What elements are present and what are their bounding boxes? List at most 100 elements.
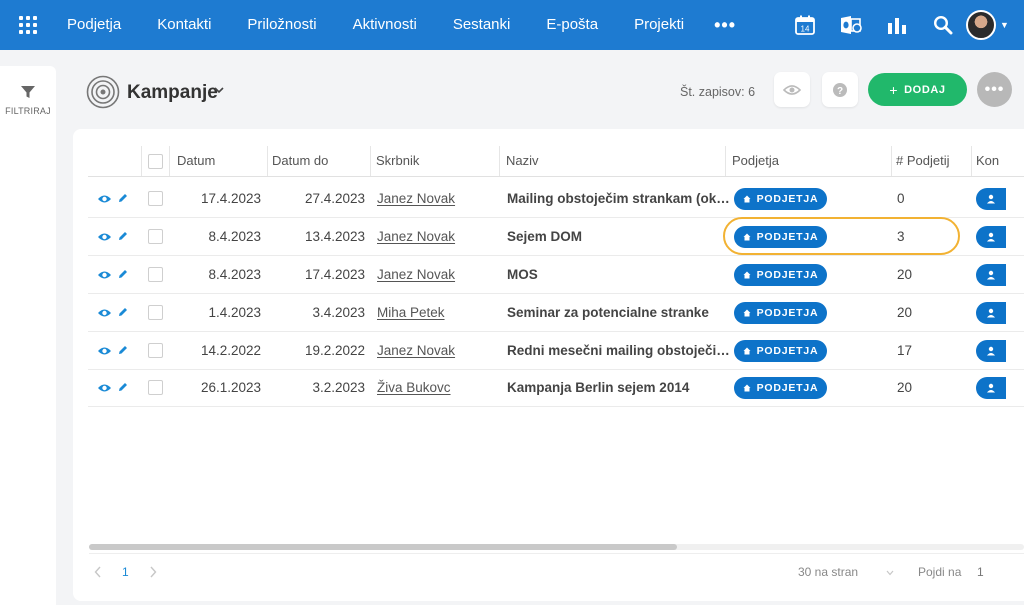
calendar-button[interactable]: 14: [782, 0, 828, 50]
eye-icon[interactable]: [97, 383, 112, 393]
goto-page-input[interactable]: 1: [977, 565, 984, 579]
podjetja-button[interactable]: PODJETJA: [734, 302, 827, 324]
column-divider: [499, 146, 500, 176]
row-checkbox[interactable]: [148, 267, 163, 282]
cell-skrbnik-link[interactable]: Janez Novak: [377, 267, 455, 282]
cell-datum: 26.1.2023: [200, 380, 261, 395]
reports-button[interactable]: [874, 0, 920, 50]
user-icon: [987, 232, 995, 242]
column-divider: [891, 146, 892, 176]
column-divider: [141, 146, 142, 176]
cell-naziv[interactable]: Sejem DOM: [507, 229, 582, 244]
row-checkbox[interactable]: [148, 305, 163, 320]
svg-text:?: ?: [837, 86, 843, 97]
page-title[interactable]: Kampanje: [127, 82, 218, 104]
cell-naziv[interactable]: Redni mesečni mailing obstoječi…: [507, 343, 730, 358]
more-options-button[interactable]: •••: [977, 72, 1012, 107]
row-checkbox[interactable]: [148, 191, 163, 206]
row-checkbox[interactable]: [148, 229, 163, 244]
kontakti-button[interactable]: [976, 340, 1006, 362]
chevron-down-icon[interactable]: [213, 84, 225, 96]
view-toggle-button[interactable]: [774, 72, 810, 107]
current-page[interactable]: 1: [122, 565, 129, 579]
per-page-select[interactable]: 30 na stran: [798, 565, 858, 579]
cell-datum: 8.4.2023: [208, 267, 261, 282]
row-checkbox[interactable]: [148, 380, 163, 395]
nav-item-sestanki[interactable]: Sestanki: [435, 0, 529, 50]
filter-label: FILTRIRAJ: [5, 106, 51, 116]
chevron-right-icon[interactable]: [149, 566, 157, 578]
help-button[interactable]: ?: [822, 72, 858, 107]
nav-item-aktivnosti[interactable]: Aktivnosti: [335, 0, 435, 50]
pencil-icon[interactable]: [117, 306, 129, 318]
cell-skrbnik-link[interactable]: Živa Bukovc: [377, 380, 451, 395]
cell-skrbnik-link[interactable]: Miha Petek: [377, 305, 445, 320]
nav-item-eposta[interactable]: E-pošta: [528, 0, 616, 50]
row-divider: [88, 406, 1024, 407]
eye-icon[interactable]: [97, 194, 112, 204]
cell-skrbnik-link[interactable]: Janez Novak: [377, 229, 455, 244]
home-icon: [743, 384, 751, 392]
outlook-icon: [841, 16, 862, 34]
podjetja-button[interactable]: PODJETJA: [734, 377, 827, 399]
cell-skrbnik-link[interactable]: Janez Novak: [377, 191, 455, 206]
nav-item-priloznosti[interactable]: Priložnosti: [229, 0, 334, 50]
column-divider: [267, 146, 268, 176]
nav-item-kontakti[interactable]: Kontakti: [139, 0, 229, 50]
kontakti-button[interactable]: [976, 226, 1006, 248]
topbar-tools: 14 ▼: [782, 0, 1024, 50]
cell-naziv[interactable]: MOS: [507, 267, 538, 282]
cell-st-podjetij: 0: [897, 191, 905, 206]
eye-icon[interactable]: [97, 346, 112, 356]
cell-st-podjetij: 17: [897, 343, 913, 358]
nav-item-podjetja[interactable]: Podjetja: [56, 0, 139, 50]
cell-naziv[interactable]: Mailing obstoječim strankam (ok…: [507, 191, 730, 206]
pencil-icon[interactable]: [117, 230, 129, 242]
user-menu[interactable]: ▼: [966, 0, 1016, 50]
cell-naziv[interactable]: Kampanja Berlin sejem 2014: [507, 380, 689, 395]
kontakti-button[interactable]: [976, 264, 1006, 286]
cell-naziv[interactable]: Seminar za potencialne stranke: [507, 305, 709, 320]
kontakti-button[interactable]: [976, 302, 1006, 324]
apps-menu-button[interactable]: [0, 0, 56, 50]
pencil-icon[interactable]: [117, 344, 129, 356]
plus-icon: +: [889, 81, 899, 98]
cell-datum-do: 27.4.2023: [304, 191, 365, 206]
chevron-down-icon: ▼: [1000, 20, 1009, 30]
pencil-icon[interactable]: [117, 268, 129, 280]
row-checkbox[interactable]: [148, 343, 163, 358]
pencil-icon[interactable]: [117, 381, 129, 393]
user-icon: [987, 383, 995, 393]
podjetja-button-label: PODJETJA: [756, 193, 819, 205]
chevron-left-icon[interactable]: [94, 566, 102, 578]
row-divider: [88, 255, 1024, 256]
eye-icon[interactable]: [97, 270, 112, 280]
campaigns-table-card: Datum Datum do Skrbnik Naziv Podjetja # …: [73, 129, 1024, 601]
podjetja-button[interactable]: PODJETJA: [734, 188, 827, 210]
cell-datum-do: 13.4.2023: [304, 229, 365, 244]
kontakti-button[interactable]: [976, 377, 1006, 399]
podjetja-button[interactable]: PODJETJA: [734, 264, 827, 286]
cell-skrbnik-link[interactable]: Janez Novak: [377, 343, 455, 358]
cell-st-podjetij: 20: [897, 305, 913, 320]
nav-item-projekti[interactable]: Projekti: [616, 0, 702, 50]
eye-icon[interactable]: [97, 308, 112, 318]
bar-chart-icon: [888, 18, 906, 34]
podjetja-button[interactable]: PODJETJA: [734, 340, 827, 362]
eye-icon[interactable]: [97, 232, 112, 242]
horizontal-scrollbar[interactable]: [89, 544, 1024, 550]
search-button[interactable]: [920, 0, 966, 50]
kontakti-button[interactable]: [976, 188, 1006, 210]
select-all-checkbox[interactable]: [148, 154, 163, 169]
home-icon: [743, 195, 751, 203]
scrollbar-thumb[interactable]: [89, 544, 677, 550]
outlook-button[interactable]: [828, 0, 874, 50]
chevron-down-icon[interactable]: [886, 570, 894, 576]
add-button[interactable]: + DODAJ: [868, 73, 967, 106]
cell-st-podjetij: 20: [897, 267, 913, 282]
avatar: [966, 10, 996, 40]
column-divider: [971, 146, 972, 176]
pencil-icon[interactable]: [117, 192, 129, 204]
filter-icon: [21, 86, 35, 98]
nav-more-button[interactable]: •••: [702, 0, 748, 50]
